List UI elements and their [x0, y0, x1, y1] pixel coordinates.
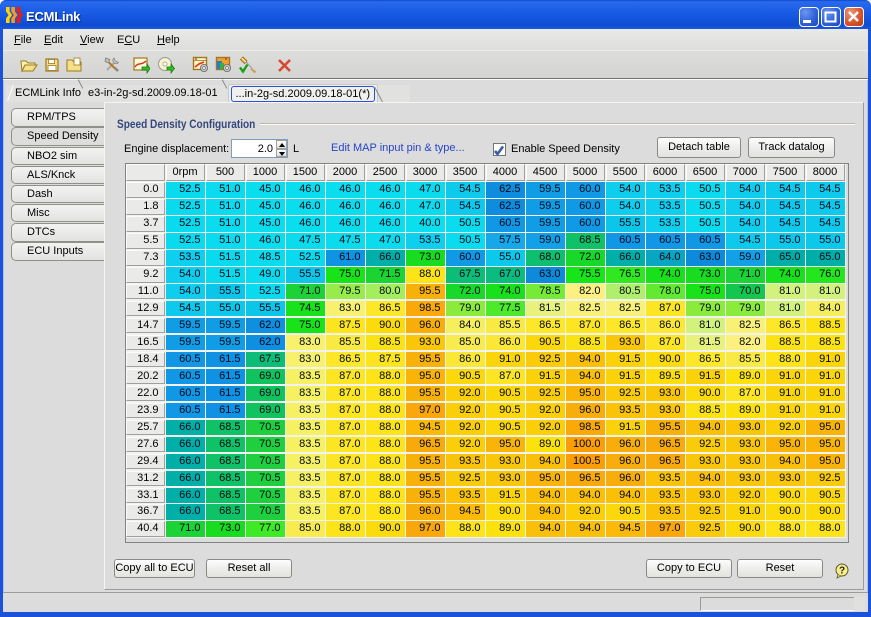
- svg-text:?: ?: [839, 566, 845, 577]
